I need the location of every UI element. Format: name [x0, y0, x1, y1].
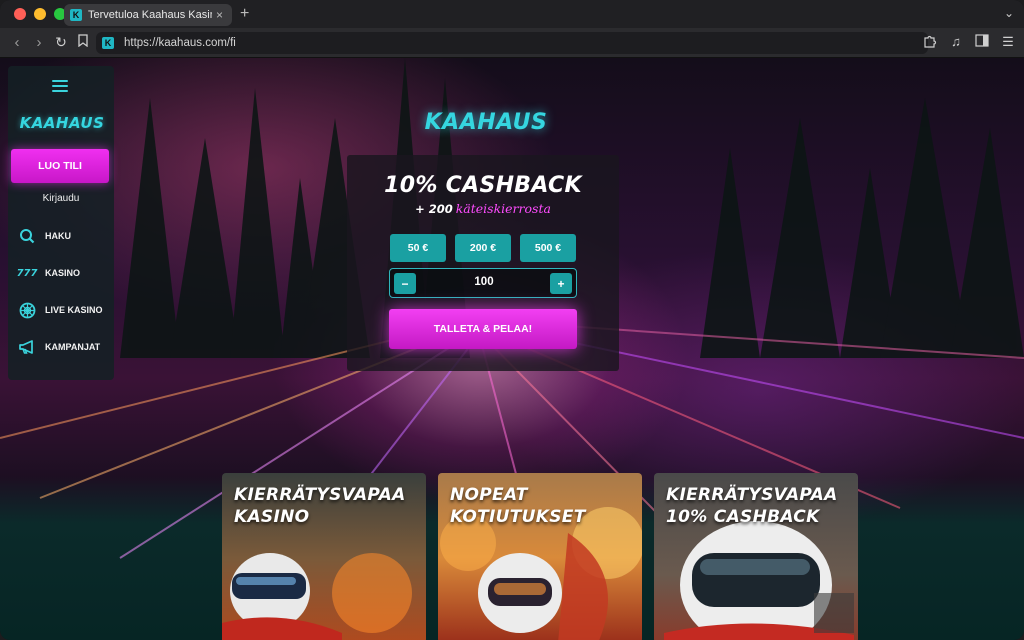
decrease-amount-button[interactable]: −: [394, 273, 416, 294]
promo-title-line: 10% CASHBACK: [666, 507, 820, 527]
music-note-icon[interactable]: ♫: [948, 34, 964, 51]
new-tab-button[interactable]: +: [240, 5, 249, 23]
free-spins-label: käteiskierrosta: [455, 201, 551, 216]
title-bar: K Tervetuloa Kaahaus Kasinolle × + ⌄: [0, 0, 1024, 28]
window-controls: [14, 8, 66, 20]
sidebar-item-promotions[interactable]: KAMPANJAT: [18, 337, 114, 357]
deposit-amount-stepper: − 100 +: [389, 268, 577, 298]
url-text[interactable]: https://kaahaus.com/fi: [124, 37, 236, 49]
menu-icon[interactable]: ☰: [1000, 34, 1016, 51]
minimize-window-button[interactable]: [34, 8, 46, 20]
amount-50-button[interactable]: 50 €: [390, 234, 446, 262]
browser-window: K Tervetuloa Kaahaus Kasinolle × + ⌄ ‹ ›…: [0, 0, 1024, 640]
promo-title-line: NOPEAT: [450, 485, 528, 505]
page-viewport: KAAHAUS LUO TILI Kirjaudu HAKU 777 KASIN…: [0, 58, 1024, 640]
forward-icon[interactable]: ›: [28, 34, 50, 51]
browser-tab[interactable]: K Tervetuloa Kaahaus Kasinolle ×: [64, 4, 232, 26]
bookmark-icon[interactable]: [72, 34, 94, 51]
toolbar-actions: ♫ ☰: [922, 34, 1016, 51]
site-logo[interactable]: KAAHAUS: [400, 110, 572, 135]
sidebar-item-casino[interactable]: 777 KASINO: [16, 263, 114, 283]
promo-tile-no-wagering-cashback[interactable]: KIERRÄTYSVAPAA 10% CASHBACK: [654, 473, 858, 640]
sidebar: KAAHAUS LUO TILI Kirjaudu HAKU 777 KASIN…: [8, 66, 114, 380]
promo-tile-fast-withdrawals[interactable]: NOPEAT KOTIUTUKSET: [438, 473, 642, 640]
promo-title-line: KIERRÄTYSVAPAA: [666, 485, 838, 505]
deposit-amount-input[interactable]: 100: [420, 276, 548, 288]
increase-amount-button[interactable]: +: [550, 273, 572, 294]
promo-tile-no-wagering-casino[interactable]: KIERRÄTYSVAPAA KASINO: [222, 473, 426, 640]
promo-title-line: KIERRÄTYSVAPAA: [234, 485, 406, 505]
address-bar[interactable]: K https://kaahaus.com/fi: [96, 32, 928, 54]
deposit-and-play-button[interactable]: TALLETA & PELAA!: [389, 309, 577, 349]
promo-title: NOPEAT KOTIUTUKSET: [450, 484, 640, 528]
login-link[interactable]: Kirjaudu: [8, 193, 114, 204]
chevron-down-icon[interactable]: ⌄: [1004, 6, 1014, 20]
extensions-icon[interactable]: [922, 34, 938, 51]
sidebar-logo[interactable]: KAAHAUS: [14, 114, 110, 132]
megaphone-icon: [18, 338, 36, 356]
sidebar-item-label: KAMPANJAT: [45, 342, 101, 352]
free-spins-count: + 200: [415, 202, 453, 216]
search-icon: [18, 227, 36, 245]
amount-500-button[interactable]: 500 €: [520, 234, 576, 262]
sidebar-toggle-icon[interactable]: [974, 34, 990, 51]
tab-close-icon[interactable]: ×: [216, 8, 223, 22]
favicon-icon: K: [70, 9, 82, 21]
reload-icon[interactable]: ↻: [50, 34, 72, 51]
register-button[interactable]: LUO TILI: [11, 149, 109, 183]
promo-title: KIERRÄTYSVAPAA KASINO: [234, 484, 424, 528]
hamburger-menu-icon[interactable]: [52, 80, 68, 92]
sidebar-item-label: HAKU: [45, 231, 71, 241]
sidebar-item-label: KASINO: [45, 268, 81, 278]
sidebar-item-search[interactable]: HAKU: [18, 226, 114, 246]
cashback-deposit-card: 10% CASHBACK + 200 käteiskierrosta 50 € 2…: [347, 155, 619, 371]
back-icon[interactable]: ‹: [6, 34, 28, 51]
browser-toolbar: ‹ › ↻ K https://kaahaus.com/fi ♫ ☰: [0, 28, 1024, 58]
cashback-subtitle: + 200 käteiskierrosta: [347, 201, 619, 216]
sidebar-item-label: LIVE KASINO: [45, 305, 103, 315]
roulette-icon: [18, 301, 36, 319]
tab-title: Tervetuloa Kaahaus Kasinolle: [88, 9, 212, 21]
sidebar-item-live-casino[interactable]: LIVE KASINO: [18, 300, 114, 320]
amount-200-button[interactable]: 200 €: [455, 234, 511, 262]
slot-777-icon: 777: [16, 267, 38, 279]
cashback-title: 10% CASHBACK: [384, 173, 582, 198]
promo-title-line: KASINO: [234, 507, 310, 527]
promo-title-line: KOTIUTUKSET: [450, 507, 586, 527]
site-icon: K: [102, 37, 114, 49]
close-window-button[interactable]: [14, 8, 26, 20]
promo-title: KIERRÄTYSVAPAA 10% CASHBACK: [666, 484, 856, 528]
